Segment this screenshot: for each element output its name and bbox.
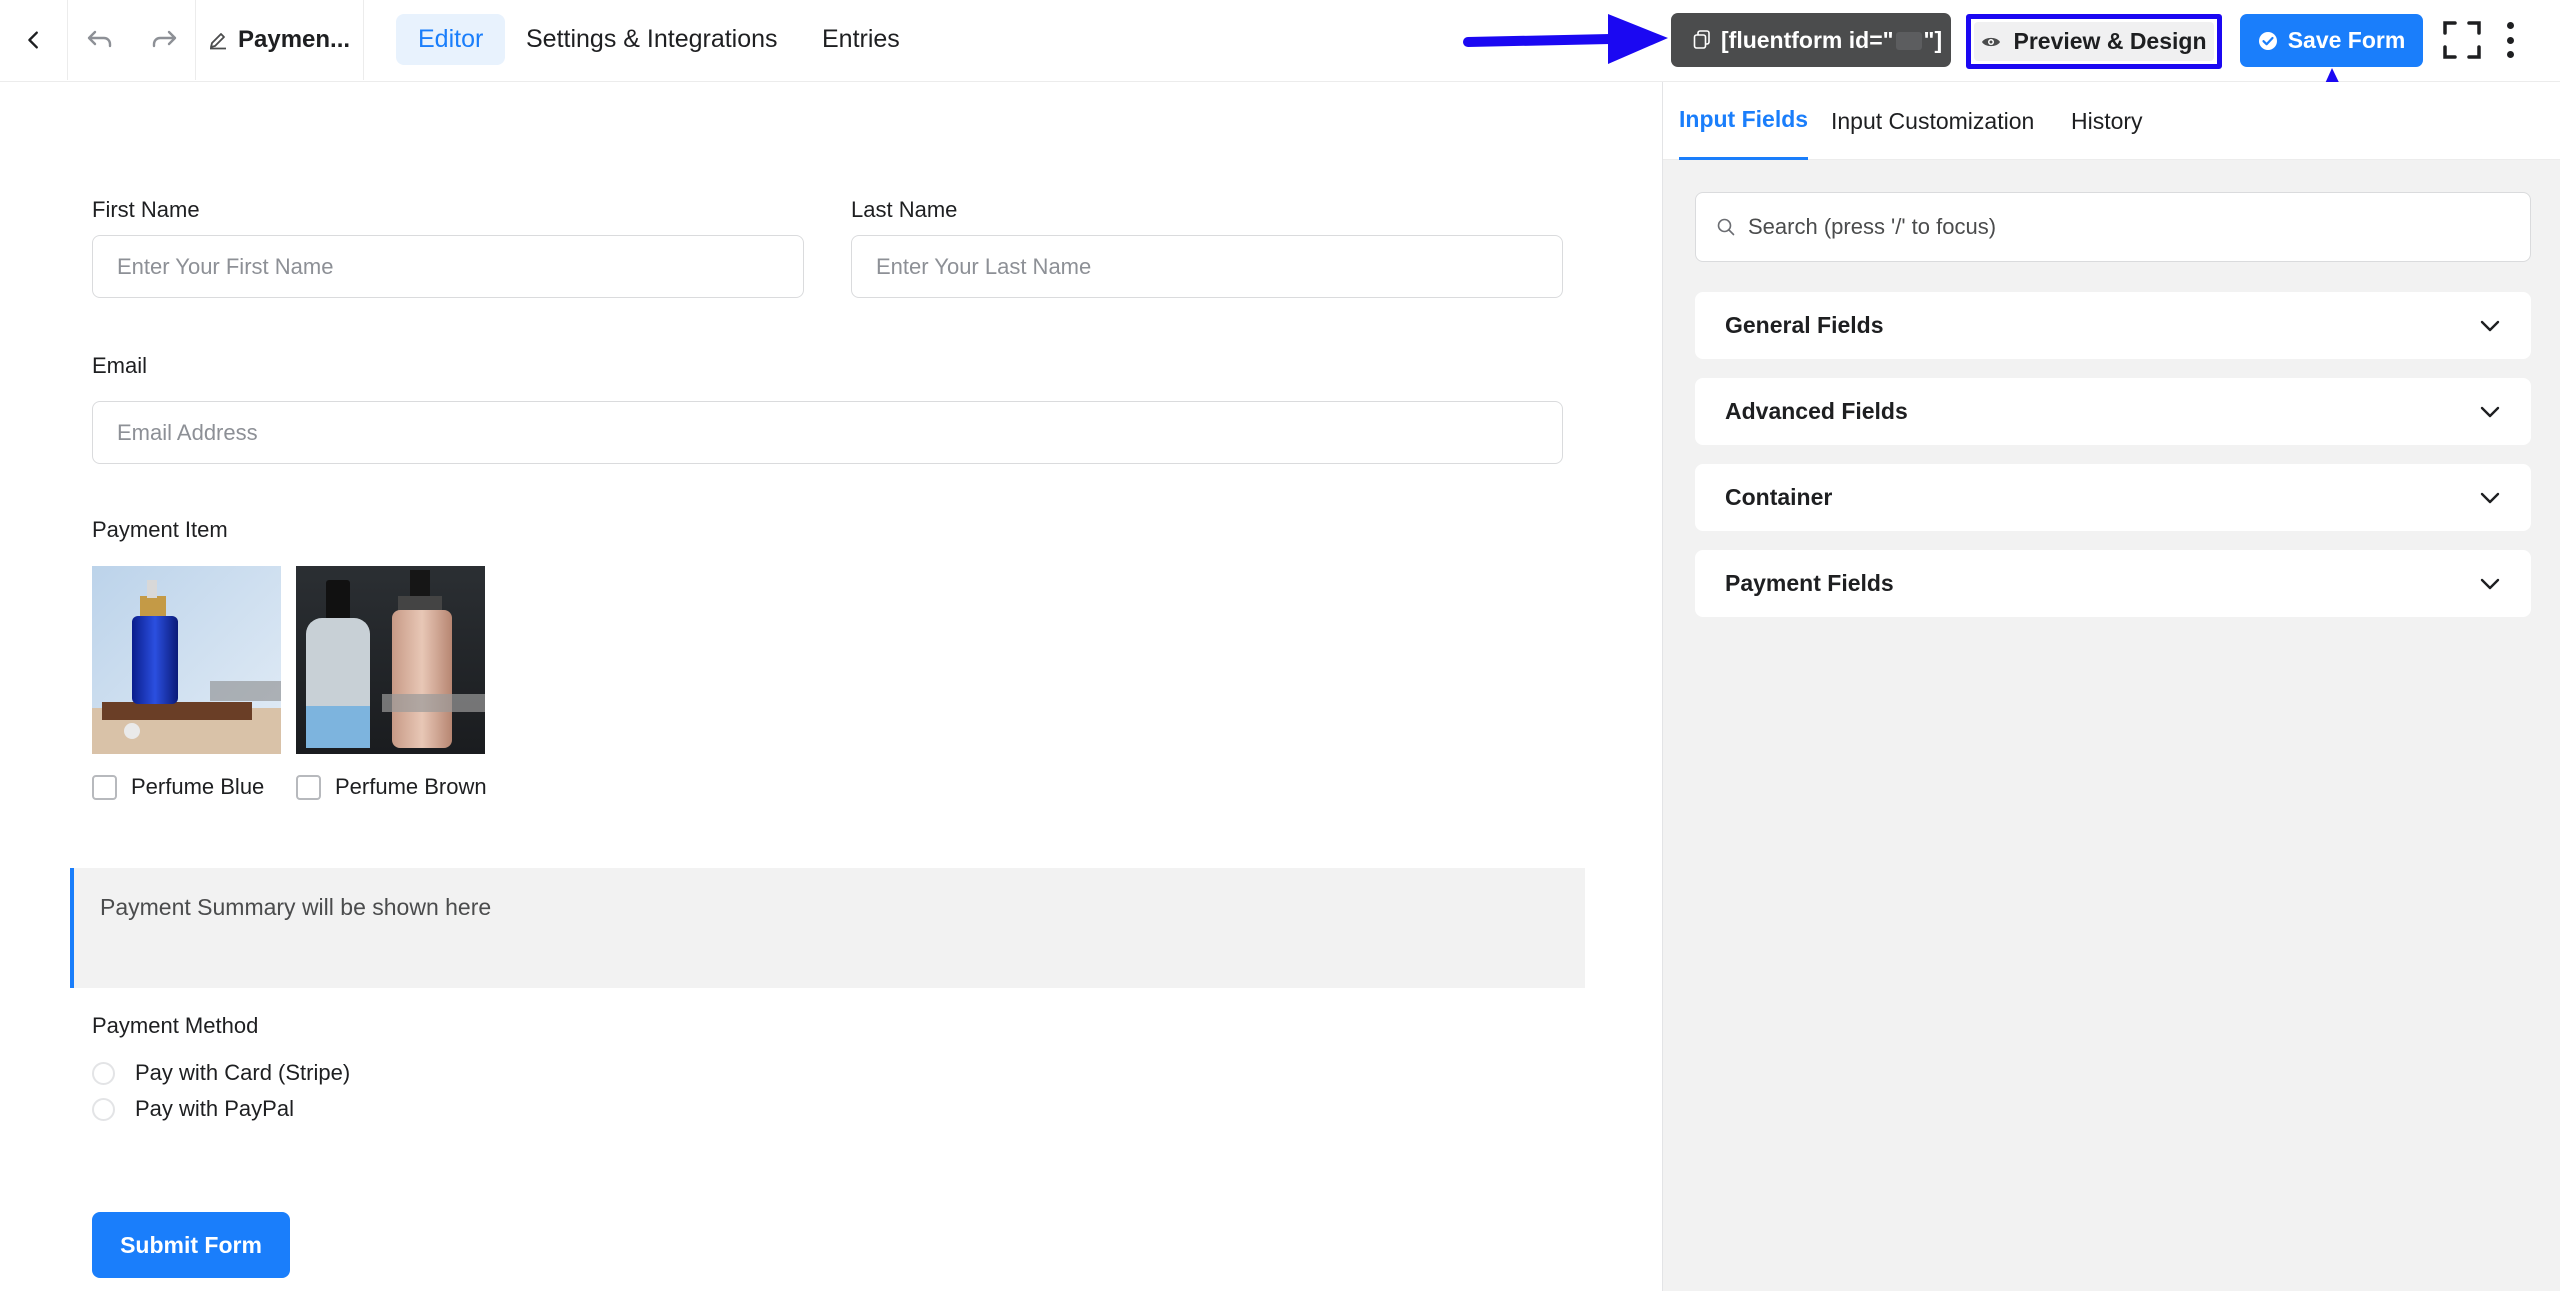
field-search-input[interactable]: Search (press '/' to focus) xyxy=(1695,192,2531,262)
save-form-label: Save Form xyxy=(2287,27,2406,53)
stripe-radio-label: Pay with Card (Stripe) xyxy=(135,1060,351,1085)
submit-form-button[interactable]: Submit Form xyxy=(92,1212,290,1278)
fullscreen-toggle[interactable] xyxy=(2442,20,2482,60)
tab-history[interactable]: History xyxy=(2071,82,2143,160)
first-name-label: First Name xyxy=(92,197,200,222)
section-label: Advanced Fields xyxy=(1725,398,1908,424)
tab-input-customization[interactable]: Input Customization xyxy=(1831,82,2034,160)
tab-entries[interactable]: Entries xyxy=(800,14,922,65)
search-placeholder: Search (press '/' to focus) xyxy=(1748,214,1997,239)
preview-design-button[interactable]: Preview & Design xyxy=(1966,14,2222,69)
perfume-blue-checkbox[interactable] xyxy=(92,774,117,800)
redo-icon xyxy=(152,30,176,48)
more-options-button[interactable] xyxy=(2500,18,2520,62)
tab-input-fields[interactable]: Input Fields xyxy=(1679,82,1809,160)
copy-icon xyxy=(1693,30,1710,49)
perfume-brown-image[interactable] xyxy=(296,566,485,754)
payment-summary: Payment Summary will be shown here xyxy=(70,868,1585,988)
section-label: General Fields xyxy=(1725,312,1884,338)
field-panel: Input Fields Input Customization History… xyxy=(1662,82,2560,1291)
shortcode-text: [fluentform id=" "] xyxy=(1721,27,1942,54)
payment-method-label: Payment Method xyxy=(92,1013,259,1038)
redo-button[interactable] xyxy=(132,0,196,80)
perfume-blue-image[interactable] xyxy=(92,566,281,754)
undo-button[interactable] xyxy=(68,0,132,80)
kebab-dot-icon xyxy=(2506,22,2514,29)
perfume-brown-option[interactable]: Perfume Brown xyxy=(296,774,487,800)
shortcode-copy-button[interactable]: [fluentform id=" "] xyxy=(1671,13,1951,67)
paypal-radio[interactable] xyxy=(92,1097,115,1121)
shortcode-prefix: [fluentform id=" xyxy=(1721,26,1894,53)
chevron-down-icon xyxy=(2480,492,2500,503)
last-name-input[interactable]: Enter Your Last Name xyxy=(851,235,1563,298)
check-circle-icon xyxy=(2258,31,2277,50)
paypal-radio-label: Pay with PayPal xyxy=(135,1096,294,1121)
stripe-radio[interactable] xyxy=(92,1061,115,1085)
last-name-label: Last Name xyxy=(851,197,958,222)
section-advanced-fields[interactable]: Advanced Fields xyxy=(1695,378,2531,445)
email-input[interactable]: Email Address xyxy=(92,401,1563,464)
fullscreen-icon xyxy=(2443,21,2481,59)
preview-button-content: Preview & Design xyxy=(1981,28,2207,55)
chevron-down-icon xyxy=(2480,320,2500,331)
payment-item-label: Payment Item xyxy=(92,517,228,542)
perfume-brown-label: Perfume Brown xyxy=(335,774,487,799)
pencil-icon xyxy=(210,33,226,50)
panel-tabs: Input Fields Input Customization History xyxy=(1663,82,2560,160)
chevron-down-icon xyxy=(2480,406,2500,417)
kebab-dot-icon xyxy=(2506,51,2514,58)
first-name-input[interactable]: Enter Your First Name xyxy=(92,235,804,298)
search-icon xyxy=(1717,218,1735,236)
undo-icon xyxy=(87,30,112,48)
kebab-dot-icon xyxy=(2506,36,2514,44)
save-form-button[interactable]: Save Form xyxy=(2240,14,2423,67)
tab-editor[interactable]: Editor xyxy=(396,14,506,65)
payment-method-paypal[interactable]: Pay with PayPal xyxy=(92,1096,294,1122)
preview-button-label: Preview & Design xyxy=(2013,28,2207,54)
payment-method-stripe[interactable]: Pay with Card (Stripe) xyxy=(92,1060,350,1086)
section-general-fields[interactable]: General Fields xyxy=(1695,292,2531,359)
shortcode-suffix: "] xyxy=(1923,26,1943,53)
tab-settings-integrations[interactable]: Settings & Integrations xyxy=(504,14,800,65)
chevron-down-icon xyxy=(2480,578,2500,589)
section-container[interactable]: Container xyxy=(1695,464,2531,531)
section-label: Container xyxy=(1725,484,1833,510)
email-label: Email xyxy=(92,353,148,378)
perfume-brown-checkbox[interactable] xyxy=(296,774,321,800)
chevron-left-icon xyxy=(27,31,38,49)
form-name[interactable]: Paymen... xyxy=(196,0,364,80)
payment-summary-text: Payment Summary will be shown here xyxy=(100,894,492,920)
section-label: Payment Fields xyxy=(1725,570,1894,596)
perfume-blue-label: Perfume Blue xyxy=(131,774,265,799)
redacted-id xyxy=(1895,32,1922,51)
section-payment-fields[interactable]: Payment Fields xyxy=(1695,550,2531,617)
back-button[interactable] xyxy=(0,0,68,80)
eye-icon xyxy=(1982,37,2001,46)
top-bar: Paymen... Editor Settings & Integrations… xyxy=(0,0,2560,82)
perfume-blue-option[interactable]: Perfume Blue xyxy=(92,774,264,800)
form-name-label: Paymen... xyxy=(238,26,351,53)
